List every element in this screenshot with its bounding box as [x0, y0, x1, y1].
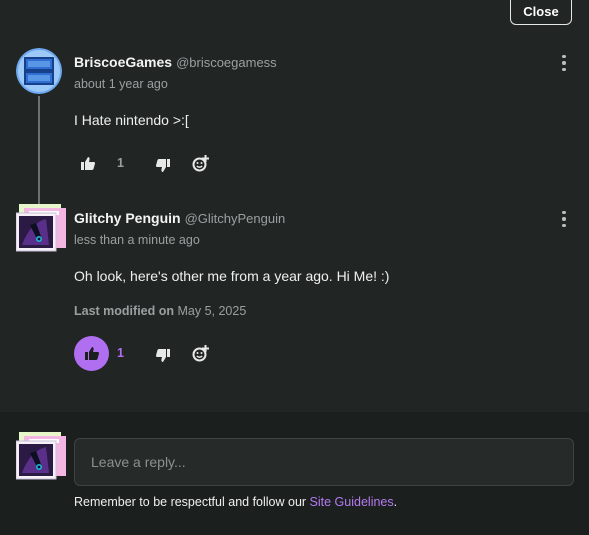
comment-text: I Hate nintendo >:[ [74, 112, 189, 128]
guidelines-text: Remember to be respectful and follow our [74, 495, 310, 509]
comment-actions: 1 [74, 335, 274, 371]
comment-timestamp: less than a minute ago [74, 233, 200, 247]
avatar [15, 431, 66, 480]
thumbs-down-icon[interactable] [155, 157, 171, 173]
close-button[interactable]: Close [510, 0, 572, 25]
thumbs-up-icon[interactable] [80, 155, 96, 171]
user-handle: @GlitchyPenguin [184, 211, 286, 226]
more-options-icon[interactable] [561, 55, 567, 71]
username[interactable]: BriscoeGames [74, 54, 172, 70]
last-modified-date: May 5, 2025 [177, 304, 247, 318]
username[interactable]: Glitchy Penguin [74, 210, 181, 226]
comment-author[interactable]: Glitchy Penguin @GlitchyPenguin [74, 210, 285, 226]
last-modified-label: Last modified on [74, 304, 174, 318]
reply-input[interactable] [74, 438, 574, 486]
comment-actions: 1 [74, 145, 274, 181]
thread-line [38, 96, 40, 204]
thumbs-up-icon[interactable] [74, 336, 109, 371]
avatar[interactable] [15, 203, 66, 252]
thumbs-down-icon[interactable] [155, 347, 171, 363]
add-reaction-icon[interactable] [192, 344, 210, 362]
like-count: 1 [117, 156, 124, 170]
add-reaction-icon[interactable] [192, 154, 210, 172]
guidelines-notice: Remember to be respectful and follow our… [74, 495, 397, 509]
comment-timestamp: about 1 year ago [74, 77, 168, 91]
last-modified: Last modified on May 5, 2025 [74, 304, 246, 318]
comment-text: Oh look, here's other me from a year ago… [74, 268, 390, 284]
site-guidelines-link[interactable]: Site Guidelines [310, 495, 394, 509]
comment-author[interactable]: BriscoeGames @briscoegamess [74, 54, 277, 70]
user-handle: @briscoegamess [176, 55, 277, 70]
more-options-icon[interactable] [561, 211, 567, 227]
guidelines-end: . [393, 495, 398, 509]
avatar[interactable] [16, 48, 62, 94]
like-count: 1 [117, 346, 124, 360]
